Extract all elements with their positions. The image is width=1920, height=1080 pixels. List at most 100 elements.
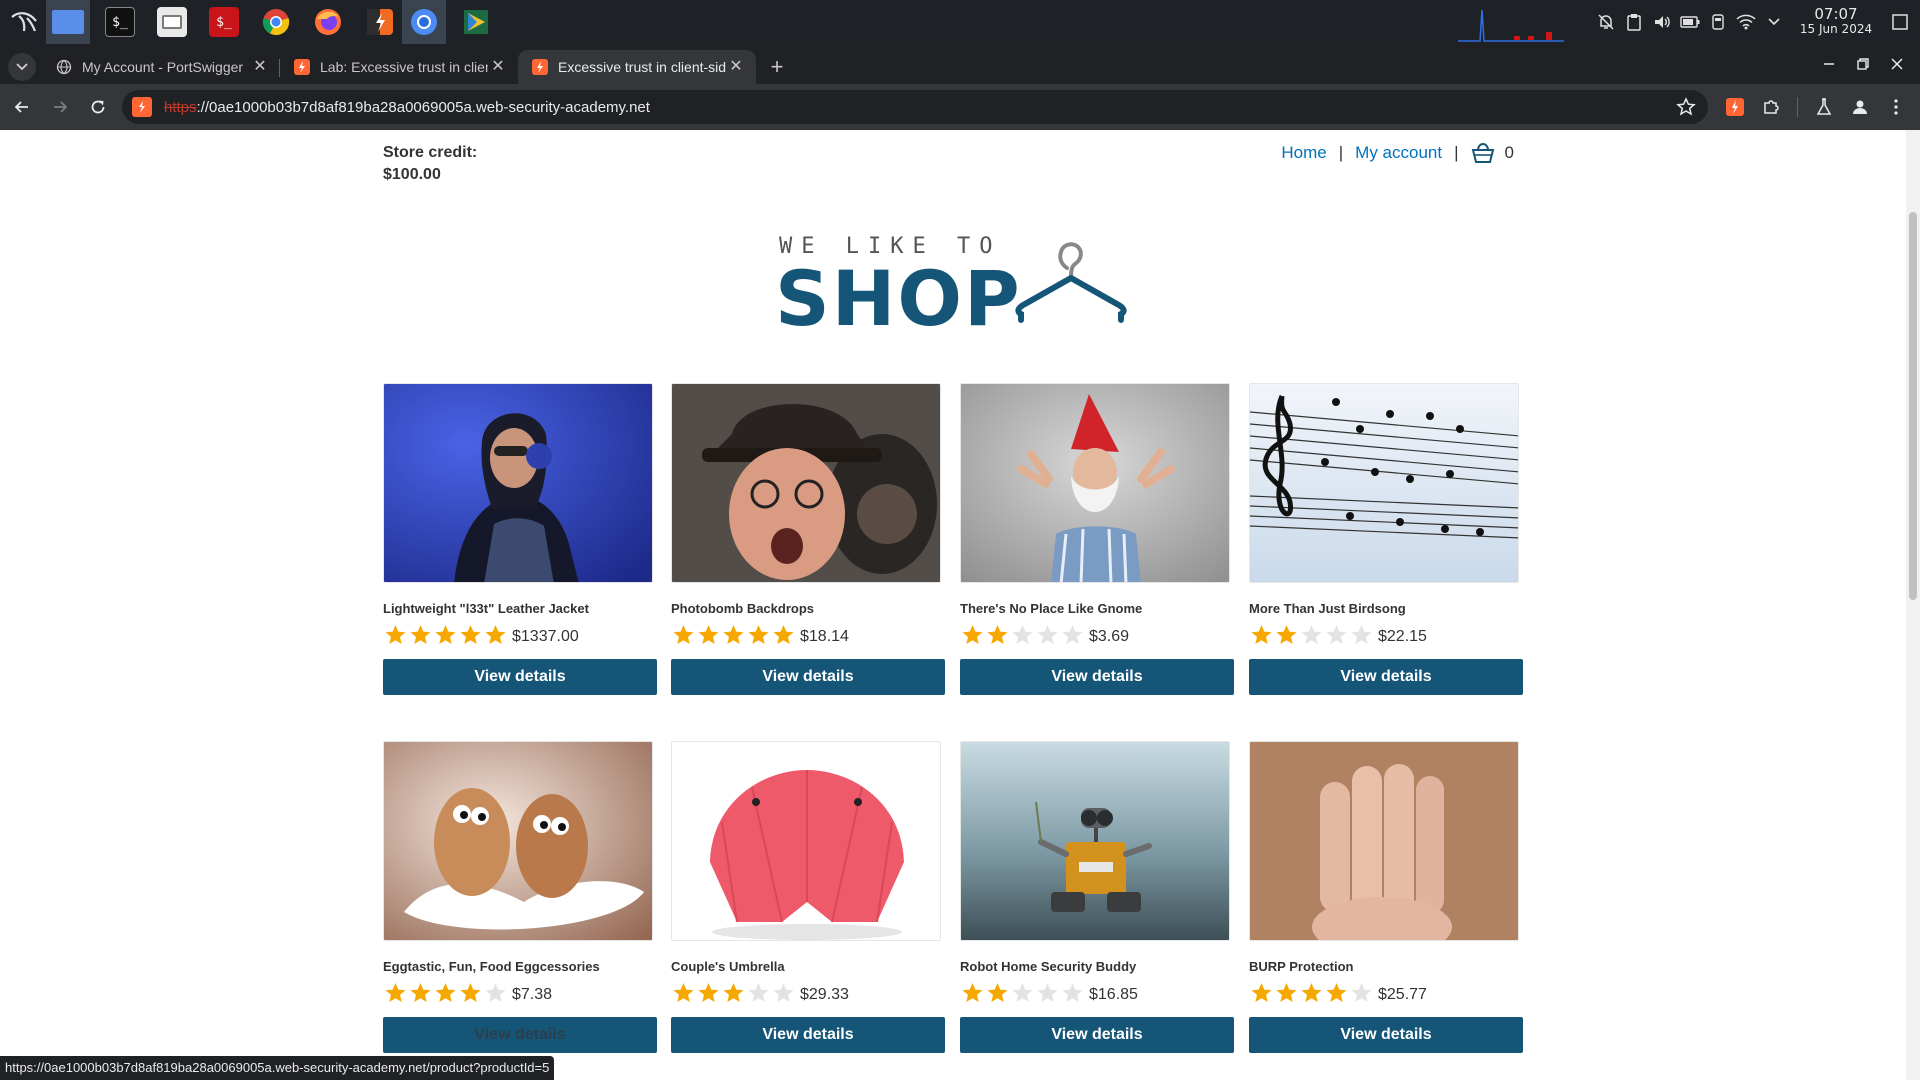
product-image[interactable]: [1249, 741, 1519, 941]
browser-tab-active[interactable]: Excessive trust in client-side ✕: [518, 50, 756, 84]
view-details-button[interactable]: View details: [1249, 659, 1523, 695]
terminal-root-icon: $_: [209, 7, 239, 37]
star-filled-icon: [1276, 625, 1297, 644]
close-tab-icon[interactable]: ✕: [726, 57, 746, 77]
clipboard-icon[interactable]: [1620, 0, 1648, 44]
home-link[interactable]: Home: [1281, 143, 1326, 163]
forward-button[interactable]: [42, 89, 78, 125]
vpn-app-button[interactable]: [454, 0, 498, 44]
star-filled-icon: [987, 625, 1008, 644]
browser-tab[interactable]: My Account - PortSwigger ✕: [42, 50, 280, 84]
chrome-icon: [262, 9, 290, 36]
clock[interactable]: 07:07 15 Jun 2024: [1794, 7, 1878, 37]
product-image[interactable]: [671, 383, 941, 583]
web-page: Store credit: $100.00 Home | My account …: [0, 130, 1906, 1080]
view-details-button[interactable]: View details: [960, 1017, 1234, 1053]
view-details-button[interactable]: View details: [671, 659, 945, 695]
profile-button[interactable]: [1842, 89, 1878, 125]
power-plug-icon[interactable]: [1704, 0, 1732, 44]
star-empty-icon: [1037, 983, 1058, 1002]
my-account-link[interactable]: My account: [1355, 143, 1442, 163]
browser-tab[interactable]: Lab: Excessive trust in client- ✕: [280, 50, 518, 84]
rating-row: $25.77: [1249, 980, 1523, 1006]
notifications-icon[interactable]: [1592, 0, 1620, 44]
chrome-button[interactable]: [254, 0, 298, 44]
back-button[interactable]: [4, 89, 40, 125]
burp-extension-button[interactable]: [1717, 89, 1753, 125]
view-details-button[interactable]: View details: [960, 659, 1234, 695]
files-button[interactable]: [150, 0, 194, 44]
gnome-image: [961, 384, 1229, 582]
star-empty-icon: [1037, 625, 1058, 644]
battery-icon[interactable]: [1676, 0, 1704, 44]
scrollbar-thumb[interactable]: [1909, 212, 1917, 600]
product-image[interactable]: [383, 383, 653, 583]
bookmark-star-icon[interactable]: [1676, 97, 1696, 117]
rating-row: $16.85: [960, 980, 1234, 1006]
terminal-root-button[interactable]: $_: [202, 0, 246, 44]
view-details-button[interactable]: View details: [383, 659, 657, 695]
burp-protection-image: [1250, 742, 1518, 940]
product-image[interactable]: [1249, 383, 1519, 583]
url-host: ://0ae1000b03b7d8af819ba28a0069005a.web-…: [196, 98, 650, 116]
product-name: Robot Home Security Buddy: [960, 959, 1137, 974]
new-tab-button[interactable]: +: [762, 50, 792, 84]
star-empty-icon: [773, 983, 794, 1002]
wifi-icon[interactable]: [1732, 0, 1760, 44]
burpsuite-button[interactable]: [358, 0, 402, 44]
rating-row: $29.33: [671, 980, 945, 1006]
product-image[interactable]: [671, 741, 941, 941]
star-filled-icon: [723, 983, 744, 1002]
terminal-button[interactable]: $_: [98, 0, 142, 44]
chromium-button[interactable]: [402, 0, 446, 44]
page-scrollbar[interactable]: [1906, 130, 1920, 1080]
store-credit-value: $100.00: [383, 166, 441, 183]
star-filled-icon: [435, 625, 456, 644]
product-image[interactable]: [960, 383, 1230, 583]
rating-row: $22.15: [1249, 622, 1523, 648]
profile-icon: [1853, 100, 1867, 114]
product-name: More Than Just Birdsong: [1249, 601, 1406, 616]
star-rating: [960, 623, 1085, 647]
star-filled-icon: [698, 983, 719, 1002]
view-details-button[interactable]: View details: [1249, 1017, 1523, 1053]
tab-title: Excessive trust in client-side: [558, 59, 726, 75]
minimize-icon[interactable]: [1812, 44, 1846, 84]
star-empty-icon: [485, 983, 506, 1002]
restore-icon[interactable]: [1846, 44, 1880, 84]
cart-icon[interactable]: [1471, 142, 1495, 164]
address-bar[interactable]: https://0ae1000b03b7d8af819ba28a0069005a…: [122, 90, 1708, 124]
close-tab-icon[interactable]: ✕: [488, 57, 508, 77]
product-price: $25.77: [1378, 986, 1427, 1003]
close-window-icon[interactable]: [1880, 44, 1914, 84]
star-filled-icon: [1251, 983, 1272, 1002]
volume-icon[interactable]: [1648, 0, 1676, 44]
star-empty-icon: [748, 983, 769, 1002]
view-details-button[interactable]: View details: [671, 1017, 945, 1053]
tab-search-button[interactable]: [8, 53, 36, 81]
chromium-icon: [411, 9, 437, 35]
star-filled-icon: [410, 625, 431, 644]
product-image[interactable]: [960, 741, 1230, 941]
show-desktop-icon[interactable]: [1886, 0, 1914, 44]
browser-menu-button[interactable]: [1878, 89, 1914, 125]
labs-button[interactable]: [1806, 89, 1842, 125]
birdsong-image: [1250, 384, 1518, 582]
toolbar-divider: [1797, 97, 1798, 117]
kali-menu-button[interactable]: [2, 0, 46, 44]
view-details-button[interactable]: View details: [383, 1017, 657, 1053]
url-text[interactable]: https://0ae1000b03b7d8af819ba28a0069005a…: [164, 99, 650, 116]
shop-logo: WE LIKE TO SHOP: [775, 234, 1135, 344]
reload-button[interactable]: [80, 89, 116, 125]
flask-icon: [1816, 98, 1832, 115]
product-card: More Than Just Birdsong $22.15 View deta…: [1249, 383, 1523, 695]
firefox-button[interactable]: [306, 0, 350, 44]
not-secure-icon[interactable]: [132, 97, 152, 117]
workspace-button[interactable]: [46, 0, 90, 44]
close-tab-icon[interactable]: ✕: [250, 57, 270, 77]
chevron-down-icon[interactable]: [1760, 0, 1788, 44]
star-rating: [960, 981, 1085, 1005]
browser-tab-strip: My Account - PortSwigger ✕ Lab: Excessiv…: [0, 44, 1920, 84]
product-image[interactable]: [383, 741, 653, 941]
extensions-button[interactable]: [1753, 89, 1789, 125]
